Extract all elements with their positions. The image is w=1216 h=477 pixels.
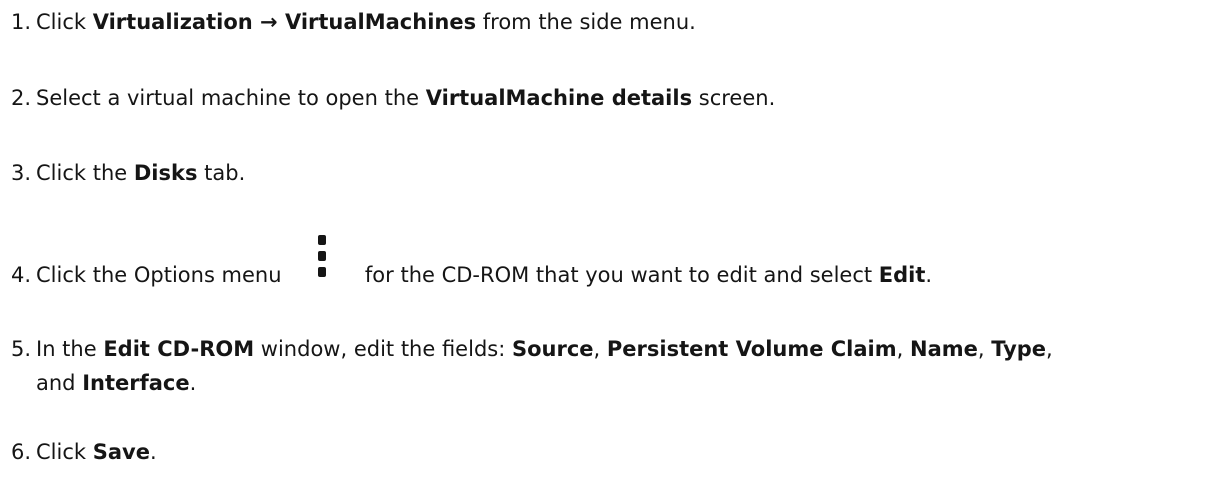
step-1: 1. Click Virtualization → VirtualMachines… bbox=[0, 8, 1210, 36]
step-text: from the side menu. bbox=[476, 10, 696, 34]
step-5-continuation: and Interface. bbox=[36, 369, 196, 397]
kebab-options-icon-svg bbox=[318, 235, 327, 277]
step-text: and bbox=[36, 371, 83, 395]
step-4: 4. Click the Options menu for the CD-ROM … bbox=[0, 235, 1210, 289]
step-text: Click bbox=[36, 440, 93, 464]
step-text: Select a virtual machine to open the bbox=[36, 86, 426, 110]
kebab-options-icon bbox=[288, 235, 358, 289]
step-text: . bbox=[925, 263, 933, 287]
field-name: Persistent Volume Claim bbox=[606, 337, 897, 361]
step-text: screen. bbox=[692, 86, 776, 110]
step-number: 5. bbox=[10, 337, 31, 361]
step-number: 4. bbox=[10, 263, 31, 287]
screen-name: VirtualMachine details bbox=[425, 86, 693, 110]
step-text: tab. bbox=[197, 161, 246, 185]
step-number: 6. bbox=[10, 440, 31, 464]
field-name: Type bbox=[991, 337, 1047, 361]
step-text: . bbox=[149, 440, 157, 464]
step-2: 2. Select a virtual machine to open the V… bbox=[0, 84, 1210, 112]
field-name: Source bbox=[511, 337, 594, 361]
step-3: 3. Click the Disks tab. bbox=[0, 159, 1210, 187]
field-name: Interface bbox=[82, 371, 190, 395]
step-number: 2. bbox=[10, 86, 31, 110]
instruction-steps: 1. Click Virtualization → VirtualMachines… bbox=[0, 0, 1216, 477]
step-text: Click the Options menu bbox=[36, 263, 289, 287]
step-5: 5. In the Edit CD-ROM window, edit the fi… bbox=[0, 335, 1210, 363]
step-6: 6. Click Save. bbox=[0, 438, 1210, 466]
field-name: Name bbox=[910, 337, 978, 361]
menu-action: Edit bbox=[878, 263, 926, 287]
step-number: 1. bbox=[10, 10, 31, 34]
tab-name: Disks bbox=[133, 161, 198, 185]
step-text: Click bbox=[36, 10, 93, 34]
menu-path: Virtualization → VirtualMachines bbox=[92, 10, 477, 34]
button-name: Save bbox=[92, 440, 150, 464]
window-name: Edit CD-ROM bbox=[103, 337, 255, 361]
step-text: window, edit the fields: bbox=[254, 337, 512, 361]
step-text: , bbox=[1046, 337, 1053, 361]
step-text: Click the bbox=[36, 161, 134, 185]
step-text: In the bbox=[36, 337, 104, 361]
step-text: , bbox=[593, 337, 607, 361]
step-text: for the CD-ROM that you want to edit and… bbox=[358, 263, 879, 287]
step-text: . bbox=[189, 371, 197, 395]
step-text: , bbox=[896, 337, 910, 361]
step-text: , bbox=[977, 337, 992, 361]
step-number: 3. bbox=[10, 161, 31, 185]
